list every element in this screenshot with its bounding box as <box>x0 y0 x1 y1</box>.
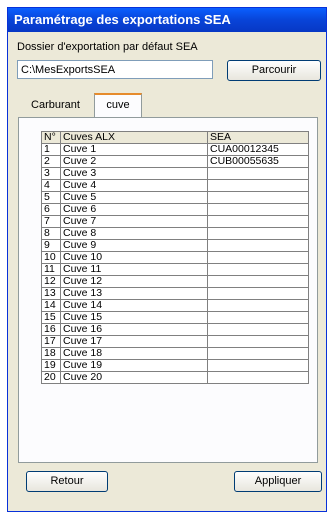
grid-cell-number[interactable]: 12 <box>41 275 61 288</box>
grid-cell-number[interactable]: 11 <box>41 263 61 276</box>
grid-cell-sea[interactable] <box>207 251 309 264</box>
browse-button[interactable]: Parcourir <box>227 60 321 81</box>
grid-row: 17 Cuve 17 <box>41 335 309 348</box>
grid-cell-cuve[interactable]: Cuve 13 <box>60 287 208 300</box>
grid-cell-sea[interactable] <box>207 347 309 360</box>
grid-row: 15 Cuve 15 <box>41 311 309 324</box>
grid-cell-sea[interactable] <box>207 287 309 300</box>
back-button[interactable]: Retour <box>26 471 108 492</box>
tab-carburant[interactable]: Carburant <box>18 95 93 117</box>
grid-cell-cuve[interactable]: Cuve 15 <box>60 311 208 324</box>
grid-cell-cuve[interactable]: Cuve 3 <box>60 167 208 180</box>
grid-cell-number[interactable]: 4 <box>41 179 61 192</box>
grid-cell-cuve[interactable]: Cuve 8 <box>60 227 208 240</box>
grid-row: 9 Cuve 9 <box>41 239 309 252</box>
grid-cell-number[interactable]: 5 <box>41 191 61 204</box>
grid-cell-number[interactable]: 10 <box>41 251 61 264</box>
grid-cell-cuve[interactable]: Cuve 20 <box>60 371 208 384</box>
grid-cell-sea[interactable] <box>207 311 309 324</box>
grid-row: 6 Cuve 6 <box>41 203 309 216</box>
grid-cell-cuve[interactable]: Cuve 11 <box>60 263 208 276</box>
grid-row: 14 Cuve 14 <box>41 299 309 312</box>
grid-cell-sea[interactable] <box>207 359 309 372</box>
grid-row: 16 Cuve 16 <box>41 323 309 336</box>
grid-cell-number[interactable]: 9 <box>41 239 61 252</box>
grid-row: 1 Cuve 1 CUA00012345 <box>41 143 309 156</box>
grid-row: 3 Cuve 3 <box>41 167 309 180</box>
grid-row: 7 Cuve 7 <box>41 215 309 228</box>
grid-cell-number[interactable]: 1 <box>41 143 61 156</box>
grid-cell-cuve[interactable]: Cuve 17 <box>60 335 208 348</box>
apply-button[interactable]: Appliquer <box>234 471 322 492</box>
grid-row: 10 Cuve 10 <box>41 251 309 264</box>
grid-cell-sea[interactable] <box>207 299 309 312</box>
cuves-grid: N° Cuves ALX SEA 1 Cuve 1 CUA00012345 2 Cuve 2C… <box>41 131 309 384</box>
grid-cell-sea[interactable] <box>207 167 309 180</box>
grid-cell-number[interactable]: 7 <box>41 215 61 228</box>
grid-column-header: Cuves ALX <box>60 131 208 144</box>
grid-cell-cuve[interactable]: Cuve 18 <box>60 347 208 360</box>
grid-cell-sea[interactable] <box>207 263 309 276</box>
grid-row: 4 Cuve 4 <box>41 179 309 192</box>
grid-cell-number[interactable]: 16 <box>41 323 61 336</box>
grid-cell-number[interactable]: 18 <box>41 347 61 360</box>
grid-cell-number[interactable]: 15 <box>41 311 61 324</box>
grid-cell-sea[interactable]: CUA00012345 <box>207 143 309 156</box>
grid-column-header: SEA <box>207 131 309 144</box>
grid-cell-cuve[interactable]: Cuve 16 <box>60 323 208 336</box>
grid-cell-sea[interactable] <box>207 179 309 192</box>
grid-cell-cuve[interactable]: Cuve 2 <box>60 155 208 168</box>
grid-cell-number[interactable]: 13 <box>41 287 61 300</box>
grid-cell-sea[interactable] <box>207 239 309 252</box>
grid-column-header: N° <box>41 131 61 144</box>
grid-cell-cuve[interactable]: Cuve 1 <box>60 143 208 156</box>
grid-header-row: N° Cuves ALX SEA <box>41 131 309 144</box>
grid-row: 12 Cuve 12 <box>41 275 309 288</box>
grid-cell-number[interactable]: 2 <box>41 155 61 168</box>
grid-cell-cuve[interactable]: Cuve 10 <box>60 251 208 264</box>
grid-cell-sea[interactable]: CUB00055635 <box>207 155 309 168</box>
grid-cell-sea[interactable] <box>207 371 309 384</box>
grid-cell-sea[interactable] <box>207 227 309 240</box>
grid-cell-sea[interactable] <box>207 215 309 228</box>
grid-cell-sea[interactable] <box>207 275 309 288</box>
grid-cell-cuve[interactable]: Cuve 19 <box>60 359 208 372</box>
grid-cell-cuve[interactable]: Cuve 9 <box>60 239 208 252</box>
grid-cell-number[interactable]: 19 <box>41 359 61 372</box>
grid-cell-sea[interactable] <box>207 335 309 348</box>
grid-cell-number[interactable]: 3 <box>41 167 61 180</box>
grid-cell-number[interactable]: 17 <box>41 335 61 348</box>
grid-cell-cuve[interactable]: Cuve 7 <box>60 215 208 228</box>
tab-cuve[interactable]: cuve <box>94 93 142 117</box>
window-title: Paramétrage des exportations SEA <box>8 8 326 32</box>
grid-cell-cuve[interactable]: Cuve 6 <box>60 203 208 216</box>
grid-row: 11 Cuve 11 <box>41 263 309 276</box>
grid-cell-number[interactable]: 6 <box>41 203 61 216</box>
tab-panel-cuve: N° Cuves ALX SEA 1 Cuve 1 CUA00012345 2 Cuve 2C… <box>18 117 318 463</box>
grid-cell-number[interactable]: 14 <box>41 299 61 312</box>
export-folder-input[interactable] <box>17 60 213 79</box>
grid-cell-cuve[interactable]: Cuve 4 <box>60 179 208 192</box>
grid-cell-number[interactable]: 8 <box>41 227 61 240</box>
grid-row: 20 Cuve 20 <box>41 371 309 384</box>
grid-row: 13 Cuve 13 <box>41 287 309 300</box>
grid-row: 5 Cuve 5 <box>41 191 309 204</box>
grid-row: 8 Cuve 8 <box>41 227 309 240</box>
grid-row: 18 Cuve 18 <box>41 347 309 360</box>
grid-row: 19 Cuve 19 <box>41 359 309 372</box>
grid-cell-cuve[interactable]: Cuve 12 <box>60 275 208 288</box>
grid-cell-sea[interactable] <box>207 203 309 216</box>
grid-cell-sea[interactable] <box>207 191 309 204</box>
export-folder-label: Dossier d'exportation par défaut SEA <box>17 41 198 53</box>
grid-row: 2 Cuve 2 CUB00055635 <box>41 155 309 168</box>
grid-cell-number[interactable]: 20 <box>41 371 61 384</box>
grid-cell-sea[interactable] <box>207 323 309 336</box>
export-settings-window: Paramétrage des exportations SEA Dossier… <box>7 7 327 512</box>
grid-cell-cuve[interactable]: Cuve 14 <box>60 299 208 312</box>
grid-cell-cuve[interactable]: Cuve 5 <box>60 191 208 204</box>
